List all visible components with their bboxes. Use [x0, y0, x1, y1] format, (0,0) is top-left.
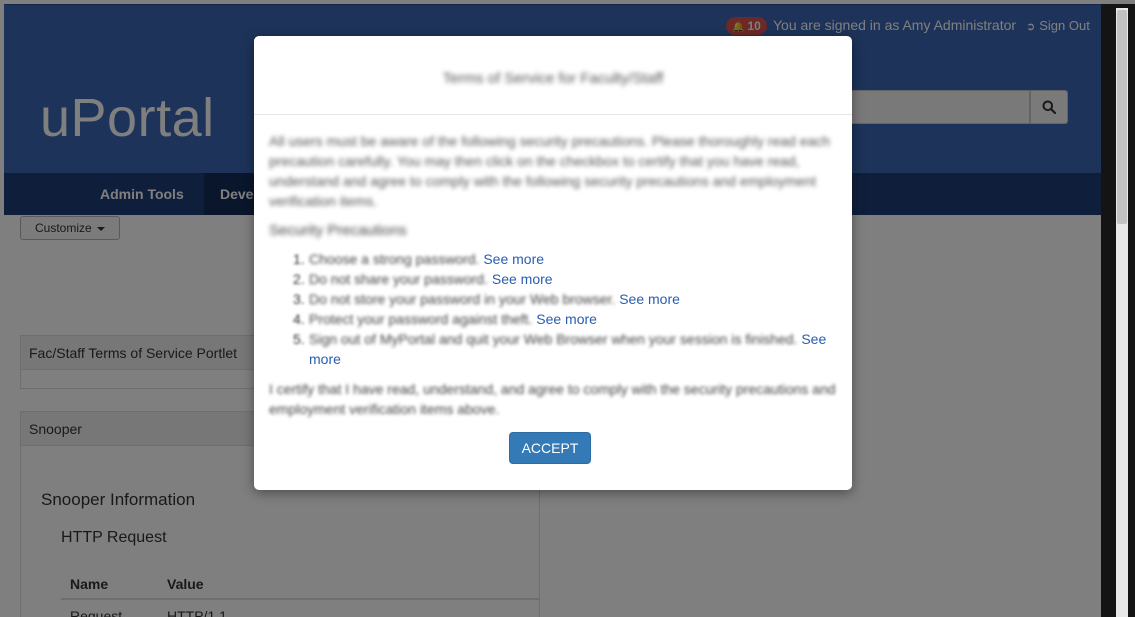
list-number: 2.	[293, 271, 305, 287]
rule-text: Protect your password against theft.	[309, 311, 533, 327]
rule-text: Do not store your password in your Web b…	[309, 291, 616, 307]
rule-text: Do not share your password.	[309, 271, 488, 287]
see-more-link[interactable]: See more	[619, 291, 680, 307]
list-item: 3. Do not store your password in your Web…	[293, 289, 837, 309]
rule-text: Choose a strong password.	[309, 251, 480, 267]
terms-modal: Terms of Service for Faculty/Staff All u…	[254, 36, 852, 490]
list-number: 3.	[293, 291, 305, 307]
modal-body: All users must be aware of the following…	[254, 115, 852, 419]
list-number: 4.	[293, 311, 305, 327]
list-number: 5.	[293, 331, 305, 347]
rule-text: Sign out of MyPortal and quit your Web B…	[309, 331, 798, 347]
modal-header: Terms of Service for Faculty/Staff	[254, 36, 852, 115]
see-more-link[interactable]: See more	[483, 251, 544, 267]
scrollbar-thumb[interactable]	[1117, 10, 1127, 224]
list-item: 2. Do not share your password. See more	[293, 269, 837, 289]
list-item: 1. Choose a strong password. See more	[293, 249, 837, 269]
section-title: Security Precautions	[269, 222, 407, 239]
modal-title: Terms of Service for Faculty/Staff	[442, 70, 664, 87]
list-number: 1.	[293, 251, 305, 267]
see-more-link[interactable]: See more	[492, 271, 553, 287]
list-item: 5. Sign out of MyPortal and quit your Web…	[293, 329, 837, 369]
intro-paragraph: All users must be aware of the following…	[269, 133, 831, 209]
certify-statement: I certify that I have read, understand, …	[269, 379, 837, 419]
list-item: 4. Protect your password against theft. S…	[293, 309, 837, 329]
precaution-list: 1. Choose a strong password. See more 2. D…	[269, 249, 837, 369]
see-more-link[interactable]: See more	[536, 311, 597, 327]
accept-button[interactable]: ACCEPT	[509, 432, 591, 464]
certify-text: I certify that I have read, understand, …	[269, 381, 836, 417]
